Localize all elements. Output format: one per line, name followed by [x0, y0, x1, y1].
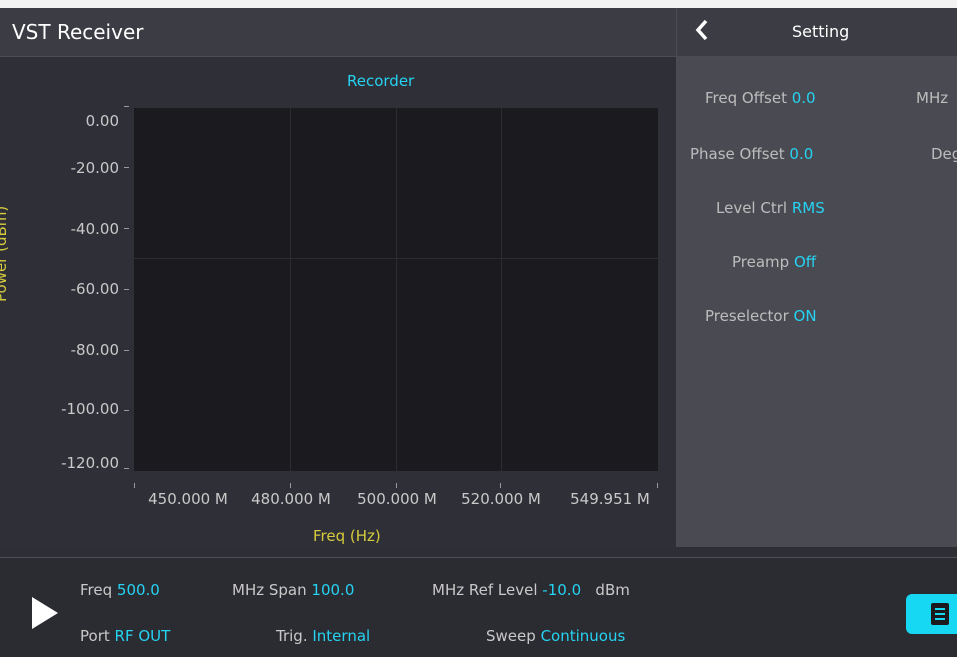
settings-title: Setting	[792, 22, 850, 41]
top-strip	[0, 0, 957, 8]
freq-offset-value[interactable]: 0.0	[792, 89, 816, 107]
y-tick-mark	[124, 350, 129, 351]
sweep-parameter[interactable]: Sweep Continuous	[486, 627, 625, 645]
x-tick-label: 480.000 M	[251, 490, 331, 508]
preselector-value[interactable]: ON	[794, 307, 817, 325]
level-ctrl-value[interactable]: RMS	[792, 199, 825, 217]
preamp-label: Preamp	[732, 253, 790, 271]
y-tick-mark	[124, 167, 129, 168]
x-tick-mark	[396, 483, 397, 488]
span-unit: MHz	[432, 581, 465, 599]
y-tick-mark	[124, 410, 129, 411]
freq-offset-unit: MHz	[916, 89, 949, 107]
grid-line-h	[134, 258, 658, 259]
y-tick-mark	[124, 468, 129, 469]
x-tick-mark	[500, 483, 501, 488]
x-tick-mark	[657, 483, 658, 488]
x-tick-label: 520.000 M	[461, 490, 541, 508]
app-title: VST Receiver	[12, 20, 144, 44]
x-tick-label: 500.000 M	[357, 490, 437, 508]
back-chevron-icon[interactable]	[691, 16, 713, 44]
chart-title: Recorder	[347, 72, 415, 90]
grid-line-v	[396, 108, 397, 471]
freq-label: Freq	[80, 581, 113, 599]
trigger-value[interactable]: Internal	[312, 627, 370, 645]
span-parameter[interactable]: MHz Span 100.0	[232, 581, 354, 599]
grid-line-v	[501, 108, 502, 471]
preamp-setting[interactable]: Preamp Off	[732, 253, 816, 271]
level-ctrl-setting[interactable]: Level Ctrl RMS	[716, 199, 825, 217]
x-tick-mark	[134, 483, 135, 488]
app-header: VST Receiver	[0, 8, 676, 57]
play-icon[interactable]	[32, 597, 58, 629]
x-tick-label: 450.000 M	[148, 490, 228, 508]
port-value[interactable]: RF OUT	[115, 627, 171, 645]
grid-line-v	[290, 108, 291, 471]
freq-value[interactable]: 500.0	[117, 581, 160, 599]
y-tick-label: -120.00	[61, 454, 119, 472]
y-tick-mark	[124, 289, 129, 290]
y-tick-label: -20.00	[70, 159, 119, 177]
menu-list-icon	[930, 603, 949, 625]
y-tick-label: -100.00	[61, 400, 119, 418]
phase-offset-label: Phase Offset	[690, 145, 785, 163]
freq-offset-setting[interactable]: Freq Offset 0.0	[705, 89, 816, 107]
sweep-label: Sweep	[486, 627, 536, 645]
sweep-value[interactable]: Continuous	[541, 627, 626, 645]
port-parameter[interactable]: Port RF OUT	[80, 627, 170, 645]
y-tick-label: -40.00	[70, 220, 119, 238]
preselector-label: Preselector	[705, 307, 789, 325]
preselector-setting[interactable]: Preselector ON	[705, 307, 817, 325]
settings-panel	[676, 57, 957, 547]
ref-level-unit: dBm	[595, 581, 630, 599]
settings-header: Setting	[676, 8, 957, 57]
port-label: Port	[80, 627, 110, 645]
phase-offset-value[interactable]: 0.0	[789, 145, 813, 163]
ref-level-value[interactable]: -10.0	[542, 581, 581, 599]
freq-offset-label: Freq Offset	[705, 89, 787, 107]
freq-parameter[interactable]: Freq 500.0	[80, 581, 160, 599]
trigger-label: Trig.	[276, 627, 308, 645]
trigger-parameter[interactable]: Trig. Internal	[276, 627, 370, 645]
span-value[interactable]: 100.0	[311, 581, 354, 599]
menu-button[interactable]	[906, 594, 957, 634]
preamp-value[interactable]: Off	[794, 253, 816, 271]
level-ctrl-label: Level Ctrl	[716, 199, 788, 217]
plot-canvas	[134, 108, 658, 471]
ref-level-parameter[interactable]: MHz Ref Level -10.0 dBm	[432, 581, 630, 599]
x-axis-label: Freq (Hz)	[313, 527, 381, 545]
ref-level-label: Ref Level	[468, 581, 538, 599]
x-tick-mark	[290, 483, 291, 488]
phase-offset-unit: Deg	[931, 145, 957, 163]
y-tick-label: -80.00	[70, 341, 119, 359]
y-tick-mark	[124, 228, 129, 229]
phase-offset-setting[interactable]: Phase Offset 0.0	[690, 145, 813, 163]
y-tick-label: -60.00	[70, 280, 119, 298]
x-tick-label: 549.951 M	[570, 490, 650, 508]
y-axis-label: Power (dBm)	[0, 205, 10, 302]
span-label: Span	[268, 581, 307, 599]
y-tick-label: 0.00	[85, 112, 119, 130]
freq-unit: MHz	[232, 581, 265, 599]
y-tick-mark	[124, 106, 129, 107]
